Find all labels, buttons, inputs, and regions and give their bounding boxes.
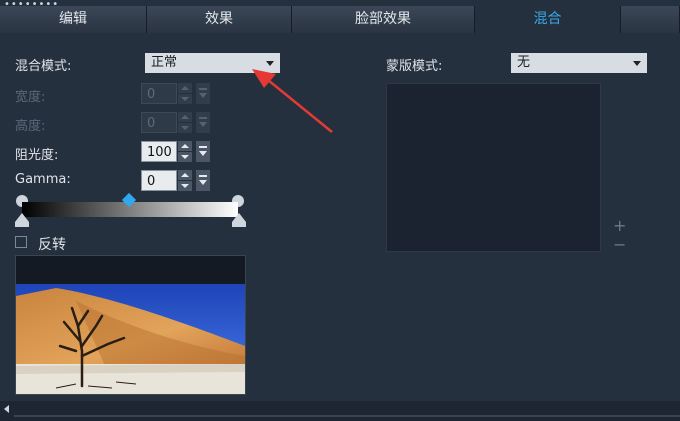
invert-label[interactable]: 反转 — [38, 234, 66, 254]
tab-face-effects[interactable]: 脸部效果 — [292, 6, 475, 33]
gamma-spinner[interactable] — [178, 170, 192, 191]
spin-down-icon[interactable] — [178, 94, 192, 104]
mask-mode-label: 蒙版模式: — [386, 59, 443, 74]
height-label: 高度: — [15, 119, 46, 134]
tab-bar: 编辑 效果 脸部效果 混合 — [0, 6, 680, 33]
width-spinner[interactable] — [178, 83, 192, 104]
tab-edit[interactable]: 编辑 — [0, 6, 147, 33]
spin-down-icon[interactable] — [178, 123, 192, 133]
opacity-label: 阻光度: — [15, 148, 59, 163]
width-label: 宽度: — [15, 90, 46, 105]
slider-right-handle-bottom[interactable] — [232, 213, 246, 227]
blend-mode-select[interactable]: 正常 — [145, 53, 280, 73]
height-dropdown-icon[interactable] — [196, 112, 210, 133]
mask-preview-area — [386, 83, 601, 252]
tab-more[interactable] — [621, 6, 680, 33]
chevron-down-icon — [266, 61, 274, 66]
scroll-track[interactable] — [14, 415, 680, 417]
scroll-left-icon[interactable] — [4, 405, 9, 413]
gamma-dropdown-icon[interactable] — [196, 170, 210, 191]
opacity-dropdown-icon[interactable] — [196, 141, 210, 162]
blend-mode-label: 混合模式: — [15, 59, 72, 74]
width-dropdown-icon[interactable] — [196, 83, 210, 104]
spin-down-icon[interactable] — [178, 181, 192, 191]
tab-effects[interactable]: 效果 — [147, 6, 292, 33]
mask-mode-value: 无 — [517, 55, 531, 70]
chevron-down-icon — [633, 61, 641, 66]
bottom-scrollbar[interactable] — [0, 401, 680, 421]
plus-icon[interactable]: + — [613, 218, 626, 234]
tab-blend[interactable]: 混合 — [475, 6, 621, 33]
width-field[interactable]: 0 — [141, 83, 177, 104]
height-spinner[interactable] — [178, 112, 192, 133]
spin-up-icon[interactable] — [178, 112, 192, 122]
gamma-field[interactable]: 0 — [141, 170, 177, 191]
spin-up-icon[interactable] — [178, 83, 192, 93]
preview-image — [15, 255, 246, 395]
opacity-spinner[interactable] — [178, 141, 192, 162]
invert-checkbox[interactable] — [15, 236, 27, 248]
desert-tree-image — [16, 256, 245, 394]
gamma-label: Gamma: — [15, 172, 71, 187]
mask-mode-select[interactable]: 无 — [511, 53, 647, 73]
opacity-field[interactable]: 100 — [141, 141, 177, 162]
spin-up-icon[interactable] — [178, 170, 192, 180]
spin-up-icon[interactable] — [178, 141, 192, 151]
slider-left-handle-bottom[interactable] — [15, 213, 29, 227]
blend-mode-value: 正常 — [151, 55, 178, 70]
minus-icon[interactable]: − — [613, 237, 626, 253]
height-field[interactable]: 0 — [141, 112, 177, 133]
spin-down-icon[interactable] — [178, 152, 192, 162]
